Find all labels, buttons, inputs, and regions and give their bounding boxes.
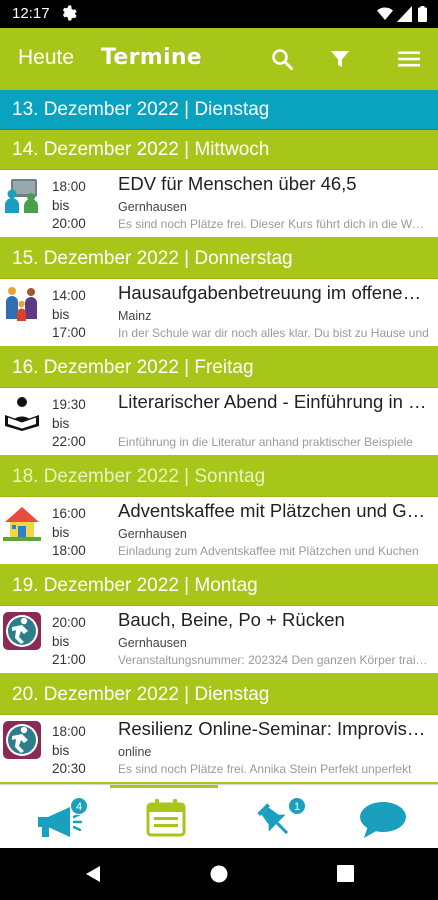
event-item[interactable]: 16:00 bis 18:00 Adventskaffee mit Plätzc…: [0, 497, 438, 566]
event-title: Bauch, Beine, Po + Rücken: [118, 609, 345, 630]
event-bis: bis: [52, 633, 70, 649]
recents-icon[interactable]: [337, 865, 354, 882]
back-icon[interactable]: [84, 865, 102, 883]
event-start: 18:00: [52, 724, 86, 739]
event-bis: bis: [52, 742, 70, 758]
event-title: Resilienz Online-Seminar: Improvisation: [118, 718, 430, 739]
house-icon: [3, 507, 41, 541]
event-item[interactable]: 19:30 bis 22:00 Literarischer Abend - Ei…: [0, 388, 438, 457]
tab-termine[interactable]: Termine: [101, 45, 202, 70]
reader-icon: [5, 397, 39, 431]
fitness-icon: [3, 612, 41, 650]
event-title: Literarischer Abend - Einführung in die …: [118, 391, 430, 412]
event-description: Einführung in die Literatur anhand prakt…: [118, 435, 413, 449]
nav-chat[interactable]: [356, 795, 416, 839]
nav-news[interactable]: 4: [30, 795, 90, 839]
event-location: Gernhausen: [118, 636, 187, 650]
event-times: 20:00 bis 21:00: [52, 614, 86, 670]
family-icon: [6, 287, 37, 321]
event-location: Mainz: [118, 309, 152, 323]
battery-icon: [418, 6, 427, 22]
event-start: 18:00: [52, 179, 86, 194]
wifi-icon: [377, 7, 393, 21]
event-description: Es sind noch Plätze frei. Dieser Kurs fü…: [118, 217, 430, 231]
event-location: online: [118, 745, 152, 759]
event-description: Es sind noch Plätze frei. Annika Stein P…: [118, 762, 412, 776]
event-location: Gernhausen: [118, 527, 187, 541]
date-header: 13. Dezember 2022 | Dienstag: [0, 90, 438, 130]
event-item[interactable]: 18:00 bis 20:30 Resilienz Online-Seminar…: [0, 715, 438, 784]
system-navigation-bar: [0, 848, 438, 900]
event-times: 16:00 bis 18:00: [52, 505, 86, 561]
home-icon[interactable]: [210, 865, 228, 883]
signal-icon: [397, 6, 412, 22]
event-start: 20:00: [52, 615, 86, 630]
nav-pinned[interactable]: 1: [252, 795, 312, 839]
event-title: EDV für Menschen über 46,5: [118, 173, 357, 194]
event-end: 17:00: [52, 325, 86, 340]
event-list[interactable]: 13. Dezember 2022 | Dienstag 14. Dezembe…: [0, 90, 438, 784]
news-badge: 4: [70, 797, 88, 815]
nav-calendar[interactable]: [140, 795, 200, 839]
status-time: 12:17: [12, 5, 50, 22]
event-bis: bis: [52, 524, 70, 540]
event-description: Veranstaltungsnummer: 202324 Den ganzen …: [118, 653, 430, 667]
event-end: 20:30: [52, 761, 86, 776]
date-header: 16. Dezember 2022 | Freitag: [0, 348, 438, 388]
event-description: In der Schule war dir noch alles klar. D…: [118, 326, 429, 340]
event-start: 16:00: [52, 506, 86, 521]
event-description: Einladung zum Adventskaffee mit Plätzche…: [118, 544, 419, 558]
event-end: 18:00: [52, 543, 86, 558]
app-bar: Heute Termine: [0, 28, 438, 90]
search-icon[interactable]: [270, 47, 294, 71]
date-header: 15. Dezember 2022 | Donnerstag: [0, 239, 438, 279]
menu-icon[interactable]: [397, 47, 421, 71]
date-header: 20. Dezember 2022 | Dienstag: [0, 675, 438, 715]
event-start: 19:30: [52, 397, 86, 412]
event-title: Hausaufgabenbetreuung im offenen Treff: [118, 282, 430, 303]
date-header: 14. Dezember 2022 | Mittwoch: [0, 130, 438, 170]
event-start: 14:00: [52, 288, 86, 303]
chat-icon: [360, 802, 406, 838]
fitness-icon: [3, 721, 41, 759]
event-item[interactable]: 14:00 bis 17:00 Hausaufgabenbetreuung im…: [0, 279, 438, 348]
event-bis: bis: [52, 197, 70, 213]
event-item[interactable]: 18:00 bis 20:00 EDV für Menschen über 46…: [0, 170, 438, 239]
event-title: Adventskaffee mit Plätzchen und Gesang: [118, 500, 430, 521]
event-end: 21:00: [52, 652, 86, 667]
tab-heute[interactable]: Heute: [18, 46, 74, 70]
date-header: 18. Dezember 2022 | Sonntag: [0, 457, 438, 497]
active-tab-indicator: [110, 785, 218, 788]
gear-icon: [62, 5, 77, 21]
date-header: 19. Dezember 2022 | Montag: [0, 566, 438, 606]
event-end: 22:00: [52, 434, 86, 449]
status-bar: 12:17: [0, 0, 438, 28]
pinned-badge: 1: [288, 797, 306, 815]
event-location: Gernhausen: [118, 200, 187, 214]
calendar-icon: [146, 799, 186, 837]
event-bis: bis: [52, 415, 70, 431]
event-times: 14:00 bis 17:00: [52, 287, 86, 343]
bottom-navigation: 4 1: [0, 784, 438, 848]
event-item[interactable]: 20:00 bis 21:00 Bauch, Beine, Po + Rücke…: [0, 606, 438, 675]
event-end: 20:00: [52, 216, 86, 231]
event-times: 18:00 bis 20:00: [52, 178, 86, 234]
event-times: 18:00 bis 20:30: [52, 723, 86, 779]
people-computer-icon: [5, 179, 38, 213]
filter-icon[interactable]: [328, 47, 352, 71]
event-bis: bis: [52, 306, 70, 322]
event-times: 19:30 bis 22:00: [52, 396, 86, 452]
